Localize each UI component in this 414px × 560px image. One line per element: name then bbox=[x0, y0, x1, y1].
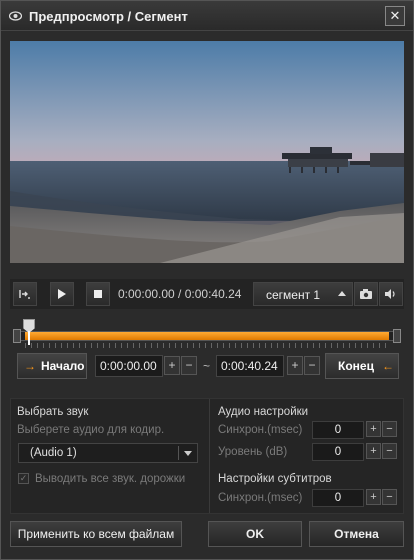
segment-label: сегмент 1 bbox=[266, 288, 321, 302]
timeline[interactable] bbox=[13, 319, 401, 351]
play-icon bbox=[58, 289, 66, 299]
stop-icon bbox=[94, 290, 102, 298]
subtitle-sync-minus[interactable]: − bbox=[382, 489, 397, 505]
window-title: Предпросмотр / Сегмент bbox=[29, 9, 188, 24]
all-tracks-label: Выводить все звук. дорожки bbox=[35, 473, 186, 485]
audio-select-heading: Выбрать звук bbox=[17, 406, 89, 418]
chevron-down-icon bbox=[184, 451, 192, 456]
end-time-minus[interactable]: − bbox=[304, 356, 320, 375]
settings-panel: Выбрать звук Выберете аудио для кодир. (… bbox=[10, 398, 404, 514]
audio-level-plus[interactable]: + bbox=[366, 443, 381, 459]
apply-all-button[interactable]: Применить ко всем файлам bbox=[10, 521, 182, 547]
audio-track-value: (Audio 1) bbox=[30, 447, 77, 459]
time-readout: 0:00:00.00 / 0:00:40.24 bbox=[118, 287, 242, 301]
audio-sync-field[interactable]: 0 bbox=[312, 421, 364, 439]
stop-button[interactable] bbox=[86, 282, 110, 306]
ok-button[interactable]: OK bbox=[208, 521, 302, 547]
arrow-left-icon: ← bbox=[381, 359, 394, 373]
subtitle-settings-heading: Настройки субтитров bbox=[218, 473, 332, 485]
subtitle-sync-label: Синхрон.(msec) bbox=[218, 492, 303, 504]
timeline-start-cap bbox=[13, 329, 21, 343]
audio-sync-label: Синхрон.(msec) bbox=[218, 424, 303, 436]
start-time-field[interactable]: 0:00:00.00 bbox=[95, 355, 163, 377]
step-frame-button[interactable] bbox=[13, 282, 37, 306]
all-tracks-checkbox[interactable]: ✓ bbox=[18, 473, 29, 484]
timeline-selection bbox=[25, 332, 389, 340]
audio-select-hint: Выберете аудио для кодир. bbox=[17, 424, 165, 436]
video-frame bbox=[10, 41, 404, 263]
select-separator bbox=[178, 446, 179, 460]
title-bar: Предпросмотр / Сегмент ✕ bbox=[1, 1, 413, 31]
subtitle-sync-plus[interactable]: + bbox=[366, 489, 381, 505]
preview-segment-window: Предпросмотр / Сегмент ✕ 0:00:00.00 / 0:… bbox=[0, 0, 414, 560]
segment-select[interactable]: сегмент 1 bbox=[253, 282, 353, 306]
timeline-ticks bbox=[25, 343, 389, 348]
audio-level-label: Уровень (dB) bbox=[218, 446, 288, 458]
arrow-right-icon: → bbox=[24, 359, 36, 373]
video-preview[interactable] bbox=[10, 41, 404, 263]
set-end-button[interactable]: Конец ← bbox=[325, 353, 399, 379]
end-time-plus[interactable]: + bbox=[287, 356, 303, 375]
audio-sync-minus[interactable]: − bbox=[382, 421, 397, 437]
chevron-up-icon bbox=[338, 291, 346, 296]
audio-level-minus[interactable]: − bbox=[382, 443, 397, 459]
play-button[interactable] bbox=[50, 282, 74, 306]
audio-settings-heading: Аудио настройки bbox=[218, 406, 309, 418]
audio-sync-plus[interactable]: + bbox=[366, 421, 381, 437]
volume-button[interactable] bbox=[379, 282, 403, 306]
range-row: → Начало 0:00:00.00 + − ~ 0:00:40.24 + −… bbox=[17, 353, 399, 379]
camera-icon bbox=[360, 289, 372, 299]
eye-icon bbox=[9, 11, 22, 21]
panel-divider bbox=[209, 399, 210, 513]
set-start-button[interactable]: → Начало bbox=[17, 353, 87, 379]
range-separator: ~ bbox=[203, 359, 211, 373]
speaker-icon bbox=[385, 289, 395, 299]
set-end-label: Конец bbox=[338, 359, 374, 373]
start-time-plus[interactable]: + bbox=[164, 356, 180, 375]
set-start-label: Начало bbox=[41, 359, 85, 373]
transport-bar: 0:00:00.00 / 0:00:40.24 сегмент 1 bbox=[10, 279, 404, 309]
playhead-line bbox=[28, 331, 30, 345]
snapshot-button[interactable] bbox=[354, 282, 378, 306]
audio-track-select[interactable]: (Audio 1) bbox=[18, 443, 198, 463]
timeline-end-cap bbox=[393, 329, 401, 343]
subtitle-sync-field[interactable]: 0 bbox=[312, 489, 364, 507]
start-time-minus[interactable]: − bbox=[181, 356, 197, 375]
audio-level-field[interactable]: 0 bbox=[312, 443, 364, 461]
cancel-button[interactable]: Отмена bbox=[309, 521, 404, 547]
step-frame-icon bbox=[19, 290, 30, 299]
close-button[interactable]: ✕ bbox=[385, 6, 405, 26]
end-time-field[interactable]: 0:00:40.24 bbox=[216, 355, 284, 377]
